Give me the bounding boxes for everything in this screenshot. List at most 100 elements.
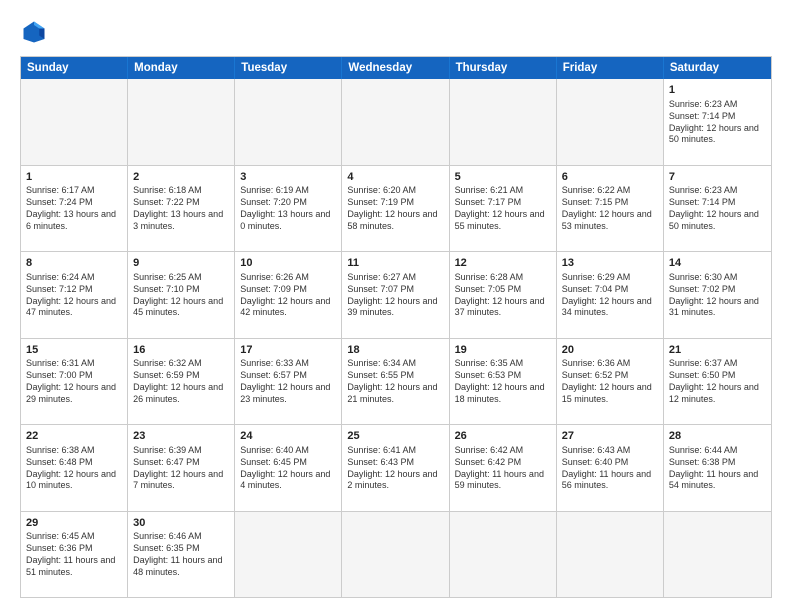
cal-cell-1: 1Sunrise: 6:23 AM Sunset: 7:14 PM Daylig… xyxy=(664,79,771,165)
day-info: Sunrise: 6:29 AM Sunset: 7:04 PM Dayligh… xyxy=(562,272,658,320)
cal-cell-8: 8Sunrise: 6:24 AM Sunset: 7:12 PM Daylig… xyxy=(21,252,128,338)
cal-cell-10: 10Sunrise: 6:26 AM Sunset: 7:09 PM Dayli… xyxy=(235,252,342,338)
day-info: Sunrise: 6:17 AM Sunset: 7:24 PM Dayligh… xyxy=(26,185,122,233)
calendar-week-1: 1Sunrise: 6:23 AM Sunset: 7:14 PM Daylig… xyxy=(21,79,771,166)
day-number: 2 xyxy=(133,170,229,185)
cal-cell-empty-2 xyxy=(235,512,342,598)
day-info: Sunrise: 6:35 AM Sunset: 6:53 PM Dayligh… xyxy=(455,358,551,406)
cal-cell-18: 18Sunrise: 6:34 AM Sunset: 6:55 PM Dayli… xyxy=(342,339,449,425)
day-number: 13 xyxy=(562,256,658,271)
cal-header-monday: Monday xyxy=(128,57,235,79)
calendar-week-3: 8Sunrise: 6:24 AM Sunset: 7:12 PM Daylig… xyxy=(21,252,771,339)
cal-cell-9: 9Sunrise: 6:25 AM Sunset: 7:10 PM Daylig… xyxy=(128,252,235,338)
cal-cell-16: 16Sunrise: 6:32 AM Sunset: 6:59 PM Dayli… xyxy=(128,339,235,425)
calendar-week-5: 22Sunrise: 6:38 AM Sunset: 6:48 PM Dayli… xyxy=(21,425,771,512)
day-number: 1 xyxy=(26,170,122,185)
cal-header-sunday: Sunday xyxy=(21,57,128,79)
day-info: Sunrise: 6:19 AM Sunset: 7:20 PM Dayligh… xyxy=(240,185,336,233)
cal-cell-empty-4 xyxy=(450,79,557,165)
cal-cell-25: 25Sunrise: 6:41 AM Sunset: 6:43 PM Dayli… xyxy=(342,425,449,511)
calendar-week-4: 15Sunrise: 6:31 AM Sunset: 7:00 PM Dayli… xyxy=(21,339,771,426)
day-number: 17 xyxy=(240,343,336,358)
day-info: Sunrise: 6:41 AM Sunset: 6:43 PM Dayligh… xyxy=(347,445,443,493)
day-number: 22 xyxy=(26,429,122,444)
calendar: SundayMondayTuesdayWednesdayThursdayFrid… xyxy=(20,56,772,598)
cal-cell-14: 14Sunrise: 6:30 AM Sunset: 7:02 PM Dayli… xyxy=(664,252,771,338)
cal-cell-17: 17Sunrise: 6:33 AM Sunset: 6:57 PM Dayli… xyxy=(235,339,342,425)
day-info: Sunrise: 6:27 AM Sunset: 7:07 PM Dayligh… xyxy=(347,272,443,320)
cal-cell-6: 6Sunrise: 6:22 AM Sunset: 7:15 PM Daylig… xyxy=(557,166,664,252)
cal-cell-empty-4 xyxy=(450,512,557,598)
cal-cell-empty-5 xyxy=(557,512,664,598)
cal-cell-23: 23Sunrise: 6:39 AM Sunset: 6:47 PM Dayli… xyxy=(128,425,235,511)
cal-cell-3: 3Sunrise: 6:19 AM Sunset: 7:20 PM Daylig… xyxy=(235,166,342,252)
cal-cell-2: 2Sunrise: 6:18 AM Sunset: 7:22 PM Daylig… xyxy=(128,166,235,252)
day-number: 20 xyxy=(562,343,658,358)
day-number: 8 xyxy=(26,256,122,271)
cal-cell-empty-5 xyxy=(557,79,664,165)
header xyxy=(20,18,772,46)
day-info: Sunrise: 6:25 AM Sunset: 7:10 PM Dayligh… xyxy=(133,272,229,320)
day-number: 1 xyxy=(669,83,766,98)
cal-header-saturday: Saturday xyxy=(664,57,771,79)
calendar-week-6: 29Sunrise: 6:45 AM Sunset: 6:36 PM Dayli… xyxy=(21,512,771,598)
day-info: Sunrise: 6:23 AM Sunset: 7:14 PM Dayligh… xyxy=(669,185,766,233)
day-info: Sunrise: 6:37 AM Sunset: 6:50 PM Dayligh… xyxy=(669,358,766,406)
day-number: 24 xyxy=(240,429,336,444)
day-number: 25 xyxy=(347,429,443,444)
day-info: Sunrise: 6:42 AM Sunset: 6:42 PM Dayligh… xyxy=(455,445,551,493)
cal-cell-empty-3 xyxy=(342,79,449,165)
cal-cell-19: 19Sunrise: 6:35 AM Sunset: 6:53 PM Dayli… xyxy=(450,339,557,425)
cal-cell-empty-0 xyxy=(21,79,128,165)
day-info: Sunrise: 6:30 AM Sunset: 7:02 PM Dayligh… xyxy=(669,272,766,320)
day-info: Sunrise: 6:39 AM Sunset: 6:47 PM Dayligh… xyxy=(133,445,229,493)
day-number: 28 xyxy=(669,429,766,444)
calendar-week-2: 1Sunrise: 6:17 AM Sunset: 7:24 PM Daylig… xyxy=(21,166,771,253)
cal-header-wednesday: Wednesday xyxy=(342,57,449,79)
calendar-header-row: SundayMondayTuesdayWednesdayThursdayFrid… xyxy=(21,57,771,79)
day-info: Sunrise: 6:20 AM Sunset: 7:19 PM Dayligh… xyxy=(347,185,443,233)
page: SundayMondayTuesdayWednesdayThursdayFrid… xyxy=(0,0,792,612)
day-info: Sunrise: 6:32 AM Sunset: 6:59 PM Dayligh… xyxy=(133,358,229,406)
cal-cell-empty-2 xyxy=(235,79,342,165)
day-info: Sunrise: 6:31 AM Sunset: 7:00 PM Dayligh… xyxy=(26,358,122,406)
day-info: Sunrise: 6:21 AM Sunset: 7:17 PM Dayligh… xyxy=(455,185,551,233)
day-number: 18 xyxy=(347,343,443,358)
cal-header-friday: Friday xyxy=(557,57,664,79)
cal-cell-empty-1 xyxy=(128,79,235,165)
day-number: 16 xyxy=(133,343,229,358)
day-number: 30 xyxy=(133,516,229,531)
day-info: Sunrise: 6:36 AM Sunset: 6:52 PM Dayligh… xyxy=(562,358,658,406)
day-number: 12 xyxy=(455,256,551,271)
cal-cell-11: 11Sunrise: 6:27 AM Sunset: 7:07 PM Dayli… xyxy=(342,252,449,338)
cal-cell-empty-6 xyxy=(664,512,771,598)
day-info: Sunrise: 6:33 AM Sunset: 6:57 PM Dayligh… xyxy=(240,358,336,406)
cal-cell-27: 27Sunrise: 6:43 AM Sunset: 6:40 PM Dayli… xyxy=(557,425,664,511)
day-number: 19 xyxy=(455,343,551,358)
cal-cell-12: 12Sunrise: 6:28 AM Sunset: 7:05 PM Dayli… xyxy=(450,252,557,338)
day-info: Sunrise: 6:26 AM Sunset: 7:09 PM Dayligh… xyxy=(240,272,336,320)
day-info: Sunrise: 6:38 AM Sunset: 6:48 PM Dayligh… xyxy=(26,445,122,493)
day-number: 14 xyxy=(669,256,766,271)
cal-cell-5: 5Sunrise: 6:21 AM Sunset: 7:17 PM Daylig… xyxy=(450,166,557,252)
day-info: Sunrise: 6:43 AM Sunset: 6:40 PM Dayligh… xyxy=(562,445,658,493)
logo xyxy=(20,18,52,46)
day-info: Sunrise: 6:44 AM Sunset: 6:38 PM Dayligh… xyxy=(669,445,766,493)
cal-cell-26: 26Sunrise: 6:42 AM Sunset: 6:42 PM Dayli… xyxy=(450,425,557,511)
cal-cell-7: 7Sunrise: 6:23 AM Sunset: 7:14 PM Daylig… xyxy=(664,166,771,252)
day-number: 10 xyxy=(240,256,336,271)
day-number: 15 xyxy=(26,343,122,358)
cal-cell-20: 20Sunrise: 6:36 AM Sunset: 6:52 PM Dayli… xyxy=(557,339,664,425)
cal-cell-4: 4Sunrise: 6:20 AM Sunset: 7:19 PM Daylig… xyxy=(342,166,449,252)
day-info: Sunrise: 6:18 AM Sunset: 7:22 PM Dayligh… xyxy=(133,185,229,233)
day-number: 26 xyxy=(455,429,551,444)
day-info: Sunrise: 6:22 AM Sunset: 7:15 PM Dayligh… xyxy=(562,185,658,233)
day-number: 4 xyxy=(347,170,443,185)
day-number: 5 xyxy=(455,170,551,185)
day-number: 6 xyxy=(562,170,658,185)
cal-cell-13: 13Sunrise: 6:29 AM Sunset: 7:04 PM Dayli… xyxy=(557,252,664,338)
day-number: 11 xyxy=(347,256,443,271)
day-info: Sunrise: 6:23 AM Sunset: 7:14 PM Dayligh… xyxy=(669,99,766,147)
day-number: 9 xyxy=(133,256,229,271)
cal-cell-22: 22Sunrise: 6:38 AM Sunset: 6:48 PM Dayli… xyxy=(21,425,128,511)
